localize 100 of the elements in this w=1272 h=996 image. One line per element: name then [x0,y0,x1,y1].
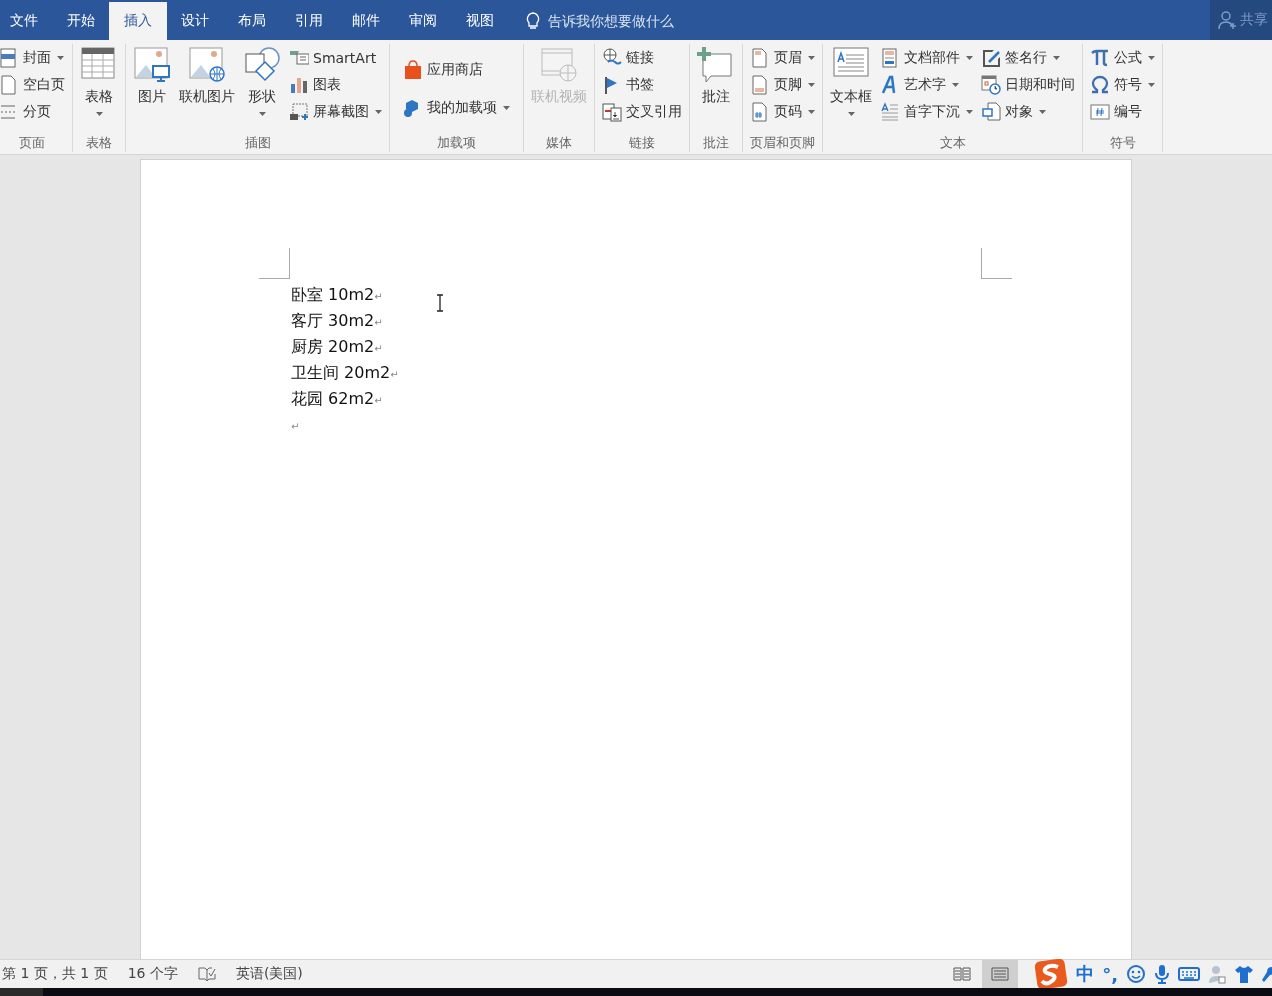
cross-reference-icon [602,102,622,122]
group-label: 表格 [85,134,113,152]
ribbon-button[interactable]: 形状 [240,44,284,128]
page-lines-icon [991,967,1010,981]
ime-mode[interactable]: 中 [1076,962,1095,986]
page-count[interactable]: 第 1 页，共 1 页 [2,965,108,983]
ribbon-button[interactable]: 公式 [1087,46,1158,70]
crop-mark [259,248,290,279]
bar-chart-icon [289,75,309,95]
shopping-bag-icon [403,59,423,80]
number-sign-icon [1090,102,1110,122]
ribbon-tab[interactable]: 引用 [279,2,338,40]
word-count[interactable]: 16 个字 [127,965,178,983]
ribbon-tab[interactable]: 开始 [51,2,110,40]
drop-cap-icon [880,102,900,122]
ribbon-tab[interactable]: 视图 [450,2,509,40]
ribbon-button[interactable]: 图片 [130,44,174,128]
screenshot-icon [289,102,309,122]
ribbon-button[interactable]: 签名行 [978,46,1078,70]
s-logo-icon[interactable] [1034,958,1069,990]
shirt-icon[interactable] [1234,964,1254,984]
ribbon-button[interactable]: 符号 [1087,73,1158,97]
ribbon-tab[interactable]: 邮件 [336,2,395,40]
ribbon-button[interactable]: 对象 [978,100,1078,124]
microphone-icon[interactable] [1154,964,1170,984]
paragraph-text: 卧室 10m2 [291,285,375,304]
ribbon-button[interactable]: 表格 [77,44,121,128]
object-icon [981,102,1001,122]
ribbon-button[interactable]: 书签 [599,73,685,97]
group-label: 批注 [702,134,730,152]
paragraph-mark: ↵ [291,421,300,432]
ribbon-button[interactable]: 文本框 [827,44,875,128]
header-icon [750,48,770,68]
crop-mark [981,248,1012,279]
omega-icon [1090,75,1110,95]
ribbon-button[interactable]: 交叉引用 [599,100,685,124]
book-icon [953,967,972,981]
user-icon[interactable] [1208,964,1226,984]
pi-icon [1090,48,1110,68]
group-label: 媒体 [545,134,573,152]
video-globe-icon [540,46,578,84]
page-number-icon [750,102,770,122]
footer-icon [750,75,770,95]
lightbulb-icon [526,12,540,30]
group-label: 页眉和页脚 [749,134,816,152]
ribbon-button[interactable]: SmartArt [286,46,385,70]
ribbon-tab[interactable]: 文件 [0,2,53,40]
ribbon-button[interactable]: 链接 [599,46,685,70]
ribbon-button[interactable]: 艺术字 [877,73,976,97]
ribbon-button[interactable]: 图表 [286,73,385,97]
ribbon-button[interactable]: 分页 [0,100,68,124]
signature-icon [981,48,1001,68]
ribbon-button[interactable]: 首字下沉 [877,100,976,124]
online-picture-icon [188,46,226,84]
paragraph-mark: ↵ [390,369,399,380]
language[interactable]: 英语(美国) [235,965,303,983]
ime-punctuation[interactable]: °, [1102,963,1118,985]
paragraph-text: 卫生间 20m2 [291,363,391,382]
paragraph-text: 客厅 30m2 [291,311,375,330]
paragraph-text: 花园 62m2 [291,389,375,408]
document-parts-icon [880,48,900,68]
proofing-book-icon[interactable] [197,966,216,982]
ribbon-button[interactable]: 页眉 [747,46,818,70]
comment-plus-icon [697,46,735,84]
ribbon-tab[interactable]: 布局 [222,2,281,40]
group-label: 链接 [628,134,656,152]
paragraph-mark: ↵ [374,291,383,302]
group-label: 页面 [18,134,46,152]
ribbon-tab[interactable]: 审阅 [393,2,452,40]
ribbon-button[interactable]: 日期和时间 [978,73,1078,97]
picture-icon [133,46,171,84]
tell-me-field[interactable]: 告诉我你想要做什么 [546,12,910,30]
smiley-icon[interactable] [1126,964,1146,984]
text-cursor-icon [436,294,444,312]
paragraph-mark: ↵ [374,343,383,354]
group-label: 加载项 [436,134,477,152]
ribbon-button[interactable]: 页码 [747,100,818,124]
shapes-icon [243,46,281,84]
group-label: 符号 [1108,134,1137,152]
ribbon-button[interactable]: 批注 [694,44,738,128]
ribbon-button[interactable]: 联机图片 [176,44,238,128]
ribbon-button[interactable]: 我的加载项 [400,96,513,121]
smartart-icon [289,48,309,68]
ribbon-button[interactable]: 屏幕截图 [286,100,385,124]
ribbon-tab[interactable]: 设计 [165,2,224,40]
paragraph-mark: ↵ [374,317,383,328]
ribbon-button[interactable]: 封面 [0,46,68,70]
paragraph-mark: ↵ [374,395,383,406]
ribbon-button[interactable]: 页脚 [747,73,818,97]
ribbon-button[interactable]: 文档部件 [877,46,976,70]
wrench-icon[interactable] [1262,964,1272,984]
ribbon-tab[interactable]: 插入 [108,2,167,40]
calendar-clock-icon [981,75,1001,95]
ribbon-button[interactable]: 应用商店 [400,57,513,82]
ribbon-button[interactable]: 空白页 [0,73,68,97]
group-label: 文本 [938,134,967,152]
print-layout-button[interactable] [982,960,1019,988]
paragraph-text: 厨房 20m2 [291,337,375,356]
ribbon-button[interactable]: 编号 [1087,100,1158,124]
keyboard-icon[interactable] [1178,966,1200,982]
